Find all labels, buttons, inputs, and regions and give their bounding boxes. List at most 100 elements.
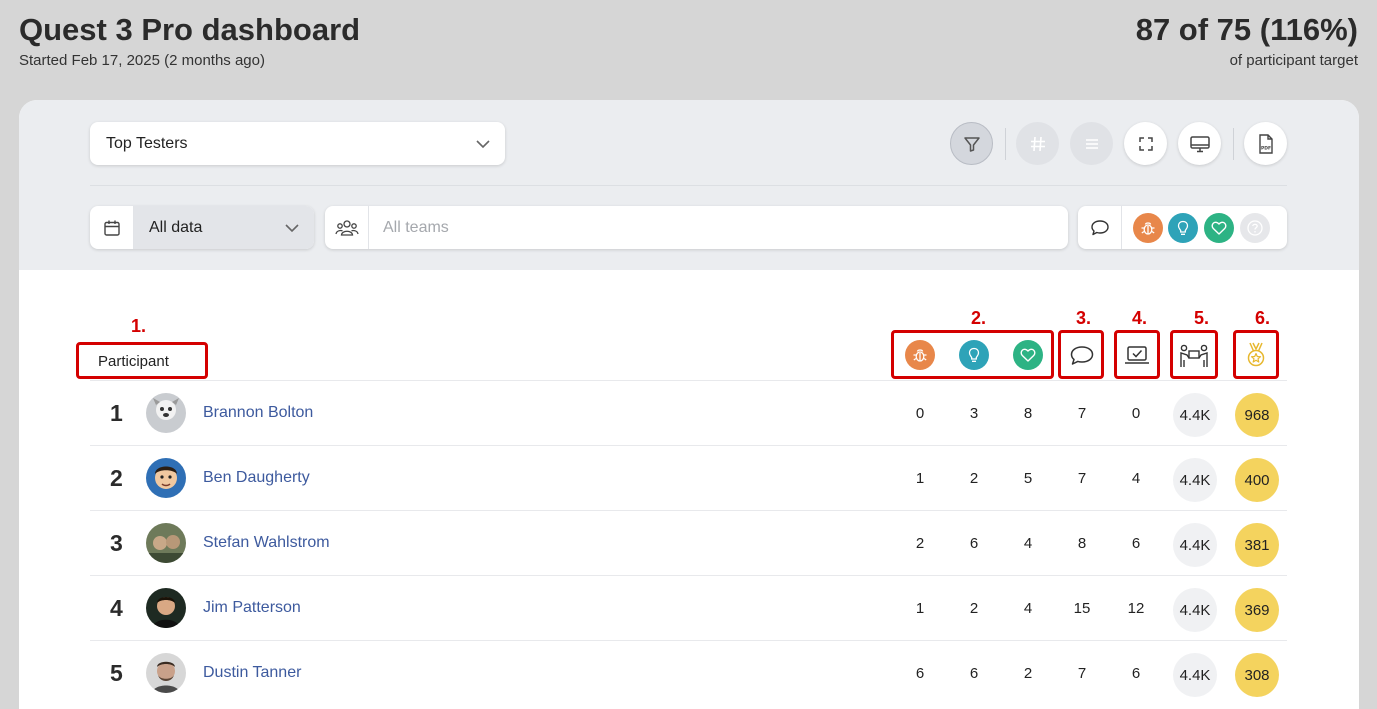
filter-button[interactable] (950, 122, 993, 165)
bug-icon (1141, 222, 1155, 235)
question-filter-toggle[interactable] (1240, 213, 1270, 243)
medal-icon (1247, 342, 1265, 367)
table-row[interactable]: 3 Stefan Wahlstrom 2 6 4 8 6 4.4K 381 (90, 510, 1287, 575)
avatar (146, 523, 186, 563)
svg-text:PDF: PDF (1260, 145, 1270, 151)
list-icon (1085, 138, 1098, 149)
bugs-count: 0 (915, 405, 925, 422)
table-row[interactable]: 5 Dustin Tanner 6 6 2 7 6 4.4K 308 (90, 640, 1287, 705)
toolbar-separator (1233, 128, 1234, 160)
participant-count: 87 of 75 (116%) (1135, 12, 1358, 47)
page-title: Quest 3 Pro dashboard (19, 12, 361, 47)
toolbar-divider (90, 185, 1287, 186)
laptop-check-icon (1125, 346, 1149, 364)
monitor-icon (1189, 135, 1210, 152)
praise-filter-toggle[interactable] (1204, 213, 1234, 243)
annotation-3: 3. (1076, 308, 1092, 328)
praise-count: 5 (1023, 470, 1033, 487)
bugs-count: 1 (915, 600, 925, 617)
teams-button[interactable] (325, 206, 369, 249)
participant-name-link[interactable]: Brannon Bolton (203, 404, 313, 422)
bugs-count: 6 (915, 665, 925, 682)
activity-value: 4.4K (1173, 458, 1217, 502)
comment-filter-button[interactable] (1078, 206, 1122, 249)
comments-column-header[interactable] (1068, 342, 1096, 370)
participant-column-header[interactable]: Participant (98, 353, 169, 370)
people-meeting-icon (1180, 344, 1208, 367)
rank: 5 (110, 660, 123, 686)
calendar-icon (103, 220, 120, 236)
idea-icon (968, 347, 980, 362)
tasks-count: 6 (1131, 535, 1141, 552)
comments-count: 7 (1077, 665, 1087, 682)
activity-column-header[interactable] (1177, 342, 1211, 370)
ideas-count: 6 (969, 665, 979, 682)
date-select[interactable]: All data (134, 206, 314, 249)
participant-name-link[interactable]: Jim Patterson (203, 599, 301, 617)
score-value: 381 (1235, 523, 1279, 567)
bug-icon (913, 349, 927, 362)
avatar (146, 653, 186, 693)
table-row[interactable]: 1 Brannon Bolton 0 3 8 7 0 4.4K 968 (90, 380, 1287, 445)
hashtag-button[interactable] (1016, 122, 1059, 165)
feedback-type-filter[interactable] (1078, 206, 1287, 249)
participant-name-link[interactable]: Ben Daugherty (203, 469, 310, 487)
score-column-header[interactable] (1241, 340, 1271, 370)
rank: 2 (110, 465, 123, 491)
bugs-column-header[interactable] (905, 340, 935, 370)
chevron-down-icon (285, 224, 299, 233)
bug-filter-toggle[interactable] (1133, 213, 1163, 243)
idea-filter-toggle[interactable] (1168, 213, 1198, 243)
table-row[interactable]: 2 Ben Daugherty 1 2 5 7 4 4.4K 400 (90, 445, 1287, 510)
fullscreen-button[interactable] (1124, 122, 1167, 165)
annotation-2: 2. (971, 308, 987, 328)
hashtag-icon (1030, 136, 1045, 151)
tasks-count: 0 (1131, 405, 1141, 422)
chevron-down-icon (476, 140, 490, 149)
ideas-column-header[interactable] (959, 340, 989, 370)
toolbar-separator (1005, 128, 1006, 160)
calendar-button[interactable] (90, 206, 134, 249)
activity-value: 4.4K (1173, 588, 1217, 632)
avatar (146, 458, 186, 498)
score-value: 400 (1235, 458, 1279, 502)
view-select[interactable]: Top Testers (90, 122, 505, 165)
praise-count: 8 (1023, 405, 1033, 422)
view-select-value: Top Testers (106, 134, 188, 152)
participant-name-link[interactable]: Dustin Tanner (203, 664, 301, 682)
date-filter[interactable]: All data (90, 206, 314, 249)
fullscreen-icon (1138, 136, 1153, 151)
pdf-export-button[interactable]: PDF (1244, 122, 1287, 165)
ideas-count: 3 (969, 405, 979, 422)
team-filter[interactable]: All teams (325, 206, 1068, 249)
comment-icon (1070, 346, 1094, 365)
rank: 4 (110, 595, 123, 621)
list-button[interactable] (1070, 122, 1113, 165)
bugs-count: 2 (915, 535, 925, 552)
table-row[interactable]: 4 Jim Patterson 1 2 4 15 12 4.4K 369 (90, 575, 1287, 640)
annotation-6: 6. (1255, 308, 1271, 328)
participant-name-link[interactable]: Stefan Wahlstrom (203, 534, 330, 552)
activity-value: 4.4K (1173, 393, 1217, 437)
annotation-5: 5. (1194, 308, 1210, 328)
bugs-count: 1 (915, 470, 925, 487)
teams-input[interactable]: All teams (383, 219, 449, 237)
comments-count: 15 (1073, 600, 1091, 617)
participant-target-label: of participant target (1229, 52, 1358, 69)
activity-value: 4.4K (1173, 653, 1217, 697)
ideas-count: 2 (969, 470, 979, 487)
tasks-column-header[interactable] (1122, 342, 1152, 370)
start-date: Started Feb 17, 2025 (2 months ago) (19, 52, 265, 69)
praise-count: 2 (1023, 665, 1033, 682)
annotation-4: 4. (1132, 308, 1148, 328)
comments-count: 7 (1077, 405, 1087, 422)
heart-icon (1211, 221, 1227, 235)
ideas-count: 6 (969, 535, 979, 552)
score-value: 968 (1235, 393, 1279, 437)
monitor-button[interactable] (1178, 122, 1221, 165)
tasks-count: 12 (1127, 600, 1145, 617)
praise-count: 4 (1023, 535, 1033, 552)
ideas-count: 2 (969, 600, 979, 617)
praise-column-header[interactable] (1013, 340, 1043, 370)
filter-icon (963, 136, 980, 152)
